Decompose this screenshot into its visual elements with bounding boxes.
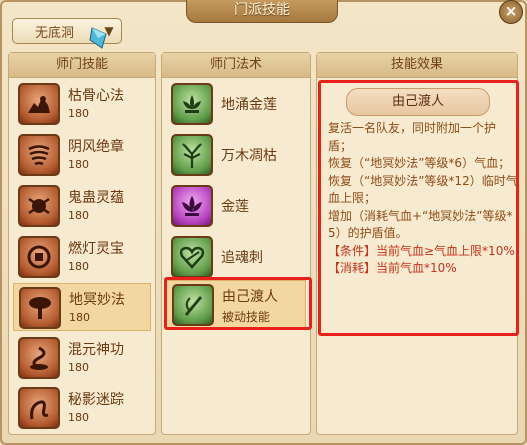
spell-row[interactable]: 地涌金莲 bbox=[166, 80, 306, 128]
skill-row[interactable]: 秘影迷踪 180 bbox=[13, 384, 151, 432]
spell-name: 追魂刺 bbox=[221, 250, 263, 266]
skill-row[interactable]: 枯骨心法 180 bbox=[13, 80, 151, 128]
heart-thorn-icon bbox=[171, 236, 213, 278]
skill-name: 秘影迷踪 bbox=[68, 392, 124, 408]
effect-line: 恢复（“地冥妙法”等级*6）气血； bbox=[328, 156, 511, 170]
spell-row[interactable]: 万木凋枯 bbox=[166, 131, 306, 179]
golden-lotus-icon bbox=[171, 83, 213, 125]
skill-effect-content: 由己渡人 复活一名队友，同时附加一个护盾； 恢复（“地冥妙法”等级*6）气血； … bbox=[318, 50, 518, 350]
spell-row[interactable]: 金莲 bbox=[166, 182, 306, 230]
skill-level: 180 bbox=[69, 311, 90, 324]
skill-name: 地冥妙法 bbox=[69, 292, 125, 308]
skull-fire-icon bbox=[18, 83, 60, 125]
skill-level: 180 bbox=[68, 209, 89, 222]
skill-level: 180 bbox=[68, 107, 89, 120]
spell-name: 地涌金莲 bbox=[221, 97, 277, 113]
withered-tree-icon bbox=[171, 134, 213, 176]
sect-skills-panel: 师门技能 枯骨心法 180 阴风绝章 180 鬼蛊灵蕴 180 燃灯灵宝 180… bbox=[8, 52, 156, 435]
effect-cost: 【消耗】当前气血*10% bbox=[328, 261, 457, 275]
sect-skills-header: 师门技能 bbox=[9, 53, 155, 78]
skill-name: 燃灯灵宝 bbox=[68, 241, 124, 257]
skill-name: 枯骨心法 bbox=[68, 88, 124, 104]
skill-level: 180 bbox=[68, 158, 89, 171]
skill-name: 阴风绝章 bbox=[68, 139, 124, 155]
skill-row[interactable]: 混元神功 180 bbox=[13, 334, 151, 382]
sect-dropdown-label: 无底洞 bbox=[35, 26, 75, 41]
skill-level: 180 bbox=[68, 361, 89, 374]
spell-name: 金莲 bbox=[221, 199, 249, 215]
window-title: 门派技能 bbox=[186, 0, 338, 23]
effect-skill-title: 由己渡人 bbox=[346, 88, 490, 116]
sect-spells-header: 师门法术 bbox=[162, 53, 310, 78]
tree-silhouette-icon bbox=[19, 287, 61, 329]
skill-level: 180 bbox=[68, 260, 89, 273]
effect-condition: 【条件】当前气血≥气血上限*10% bbox=[328, 243, 515, 258]
lamp-coin-icon bbox=[18, 236, 60, 278]
skill-level: 180 bbox=[68, 411, 89, 424]
close-button[interactable]: × bbox=[499, 0, 523, 24]
sect-spells-panel: 师门法术 地涌金莲 万木凋枯 金莲 追魂刺 由己渡人 被动技能 bbox=[161, 52, 311, 435]
effect-line: 增加（消耗气血+“地冥妙法”等级*5）的护盾值。 bbox=[328, 208, 513, 241]
skill-row[interactable]: 鬼蛊灵蕴 180 bbox=[13, 182, 151, 230]
effect-line: 复活一名队友，同时附加一个护盾； bbox=[328, 121, 497, 153]
selected-spell-highlight bbox=[164, 277, 312, 330]
swirl-lotus-icon bbox=[18, 337, 60, 379]
skill-row[interactable]: 燃灯灵宝 180 bbox=[13, 233, 151, 281]
wind-swirl-icon bbox=[18, 134, 60, 176]
crystal-gem-icon bbox=[89, 27, 107, 49]
shadow-vine-icon bbox=[18, 387, 60, 429]
skill-row-selected[interactable]: 地冥妙法 180 bbox=[13, 283, 151, 331]
effect-line: 恢复（“地冥妙法”等级*12）临时气血上限； bbox=[328, 173, 518, 206]
bug-demon-icon bbox=[18, 185, 60, 227]
skill-row[interactable]: 阴风绝章 180 bbox=[13, 131, 151, 179]
lotus-icon bbox=[171, 185, 213, 227]
effect-description: 复活一名队友，同时附加一个护盾； 恢复（“地冥妙法”等级*6）气血； 恢复（“地… bbox=[328, 120, 518, 278]
skill-name: 混元神功 bbox=[68, 342, 124, 358]
spell-name: 万木凋枯 bbox=[221, 148, 277, 164]
spell-row[interactable]: 追魂刺 bbox=[166, 233, 306, 281]
skill-name: 鬼蛊灵蕴 bbox=[68, 190, 124, 206]
